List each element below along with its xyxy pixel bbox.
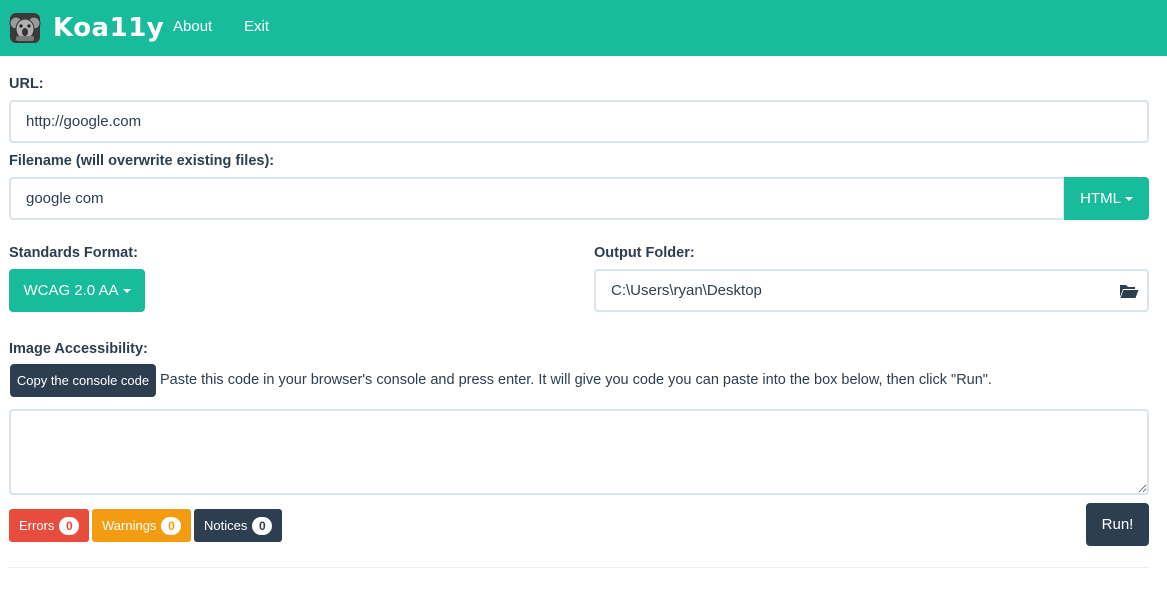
standards-format-dropdown-button[interactable]: WCAG 2.0 AA — [9, 269, 145, 312]
caret-down-icon — [122, 288, 131, 293]
output-format-dropdown-button[interactable]: HTML — [1064, 177, 1149, 220]
caret-down-icon — [1124, 196, 1133, 201]
divider — [9, 567, 1149, 568]
notices-label: Notices — [204, 518, 248, 533]
brand[interactable]: Koa11y — [9, 12, 164, 44]
image-accessibility-label: Image Accessibility: — [9, 341, 148, 357]
navbar: Koa11y About Exit — [0, 0, 1167, 56]
folder-open-icon[interactable] — [1119, 283, 1139, 299]
errors-button[interactable]: Errors 0 — [9, 509, 90, 542]
warnings-button[interactable]: Warnings 0 — [92, 509, 192, 542]
url-input[interactable] — [9, 100, 1149, 143]
warnings-count-badge: 0 — [161, 516, 182, 535]
notices-button[interactable]: Notices 0 — [194, 509, 283, 542]
output-folder-label: Output Folder: — [594, 245, 695, 261]
output-folder-input[interactable] — [594, 269, 1149, 312]
notices-count-badge: 0 — [252, 516, 273, 535]
run-button[interactable]: Run! — [1086, 503, 1149, 546]
nav-exit-link[interactable]: Exit — [244, 18, 269, 35]
errors-label: Errors — [19, 518, 55, 533]
standards-format-value: WCAG 2.0 AA — [23, 282, 119, 299]
image-accessibility-textarea[interactable] — [9, 409, 1149, 495]
standards-format-label: Standards Format: — [9, 245, 138, 261]
brand-name: Koa11y — [53, 13, 165, 43]
filename-input[interactable] — [9, 177, 1065, 220]
koala-logo-icon — [9, 13, 41, 43]
nav-about-link[interactable]: About — [173, 18, 212, 35]
console-hint-text: Paste this code in your browser's consol… — [160, 372, 992, 388]
warnings-label: Warnings — [102, 518, 157, 533]
url-label: URL: — [9, 76, 44, 92]
output-format-label: HTML — [1080, 190, 1121, 207]
copy-console-code-button[interactable]: Copy the console code — [10, 364, 156, 397]
errors-count-badge: 0 — [59, 516, 80, 535]
filename-label: Filename (will overwrite existing files)… — [9, 153, 275, 169]
